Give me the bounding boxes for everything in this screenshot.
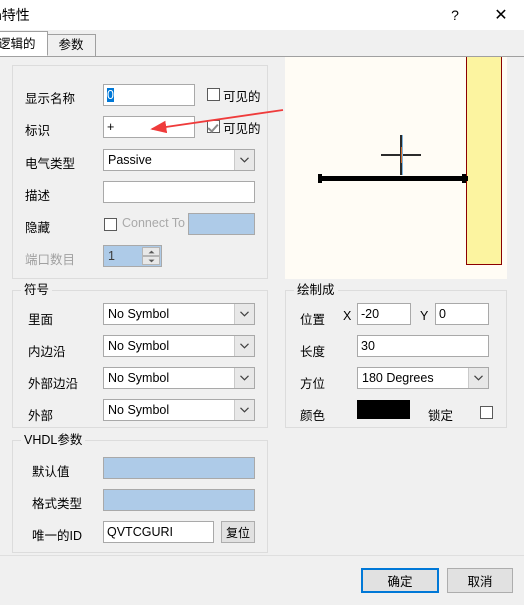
close-icon[interactable]: ✕ (478, 0, 524, 30)
vhdl-format-input[interactable] (103, 489, 255, 511)
symbol-outside-edge-combo[interactable]: No Symbol (103, 367, 255, 389)
chevron-down-icon[interactable] (234, 150, 254, 170)
position-y-value: 0 (439, 307, 446, 321)
position-x-label: X (343, 309, 352, 323)
hide-label: 隐藏 (25, 221, 51, 235)
electrical-type-label: 电气类型 (25, 157, 76, 171)
port-count-value: 1 (108, 249, 115, 263)
crosshair-origin-marker (401, 147, 402, 163)
connect-to-input (188, 213, 255, 235)
designator-label: 标识 (25, 124, 51, 138)
symbol-outside-value: No Symbol (108, 403, 170, 417)
pin-endpoint-right (462, 174, 466, 183)
tab-strip: 逻辑的 参数 (0, 30, 524, 57)
connect-to-label: Connect To (122, 216, 186, 230)
pin-preview (285, 57, 507, 279)
symbol-outside-edge-label: 外部边沿 (28, 377, 79, 391)
port-count-label: 端口数目 (25, 253, 76, 267)
chevron-down-icon[interactable] (468, 368, 488, 388)
color-label: 颜色 (300, 409, 326, 423)
vhdl-format-label: 格式类型 (32, 497, 83, 511)
symbol-inside-edge-combo[interactable]: No Symbol (103, 335, 255, 357)
chevron-down-icon[interactable] (234, 304, 254, 324)
orientation-label: 方位 (300, 377, 326, 391)
symbol-inside-combo[interactable]: No Symbol (103, 303, 255, 325)
title-bar-buttons: ? ✕ (432, 0, 524, 30)
symbol-inside-value: No Symbol (108, 307, 170, 321)
dialog-content: 显示名称 0 可见的 标识 + 可见的 电气类型 Passive 描述 隐藏 C… (0, 57, 524, 605)
display-name-value: 0 (107, 88, 114, 102)
lock-checkbox[interactable] (480, 406, 493, 419)
electrical-type-value: Passive (108, 153, 152, 167)
help-button[interactable]: ? (432, 0, 478, 30)
length-input[interactable]: 30 (357, 335, 489, 357)
symbol-outside-label: 外部 (28, 409, 54, 423)
length-label: 长度 (300, 345, 326, 359)
position-y-input[interactable]: 0 (435, 303, 489, 325)
display-name-label: 显示名称 (25, 92, 76, 106)
display-name-visible-checkbox[interactable] (207, 88, 220, 101)
vhdl-unique-id-input[interactable]: QVTCGURI (103, 521, 214, 543)
electrical-type-combo[interactable]: Passive (103, 149, 255, 171)
position-label: 位置 (300, 313, 326, 327)
spin-up-icon (142, 247, 160, 256)
title-bar: n特性 ? ✕ (0, 0, 524, 30)
ok-button[interactable]: 确定 (361, 568, 439, 593)
pin-line (320, 176, 468, 181)
tab-parameters[interactable]: 参数 (46, 34, 96, 56)
designator-value: + (107, 120, 115, 134)
chevron-down-icon[interactable] (234, 368, 254, 388)
symbol-outside-edge-value: No Symbol (108, 371, 170, 385)
vhdl-group-legend: VHDL参数 (21, 433, 86, 447)
hide-checkbox[interactable] (104, 218, 117, 231)
chevron-down-icon[interactable] (234, 400, 254, 420)
spin-down-icon (142, 256, 160, 265)
position-x-value: -20 (361, 307, 380, 321)
tab-logical[interactable]: 逻辑的 (0, 31, 48, 56)
orientation-combo[interactable]: 180 Degrees (357, 367, 489, 389)
display-name-input[interactable]: 0 (103, 84, 195, 106)
color-swatch[interactable] (357, 400, 410, 419)
symbol-group-legend: 符号 (21, 283, 53, 297)
position-y-label: Y (420, 309, 429, 323)
vhdl-unique-id-label: 唯一的ID (32, 529, 83, 543)
symbol-inside-edge-value: No Symbol (108, 339, 170, 353)
description-label: 描述 (25, 189, 51, 203)
window-title: n特性 (0, 7, 30, 23)
length-value: 30 (361, 339, 375, 353)
pin-highlight-rect (466, 57, 502, 265)
lock-label: 锁定 (428, 409, 454, 423)
vhdl-default-input[interactable] (103, 457, 255, 479)
crosshair-vertical-highlight (402, 135, 403, 175)
display-name-visible-label: 可见的 (223, 90, 261, 104)
symbol-inside-label: 里面 (28, 313, 54, 327)
description-input[interactable] (103, 181, 255, 203)
footer-divider (0, 555, 524, 556)
designator-input[interactable]: + (103, 116, 195, 138)
vhdl-unique-id-value: QVTCGURI (107, 525, 173, 539)
port-count-spin-buttons (142, 247, 160, 265)
preview-right-gutter (507, 57, 524, 279)
position-x-input[interactable]: -20 (357, 303, 411, 325)
vhdl-default-label: 默认值 (32, 465, 70, 479)
designator-visible-checkbox[interactable] (207, 120, 220, 133)
vhdl-reset-button[interactable]: 复位 (221, 521, 255, 543)
port-count-stepper: 1 (103, 245, 162, 267)
designator-visible-label: 可见的 (223, 122, 261, 136)
pin-endpoint-left (318, 174, 322, 183)
symbol-inside-edge-label: 内边沿 (28, 345, 66, 359)
orientation-value: 180 Degrees (362, 371, 434, 385)
cancel-button[interactable]: 取消 (447, 568, 513, 593)
symbol-outside-combo[interactable]: No Symbol (103, 399, 255, 421)
graphical-group-legend: 绘制成 (294, 283, 338, 297)
chevron-down-icon[interactable] (234, 336, 254, 356)
